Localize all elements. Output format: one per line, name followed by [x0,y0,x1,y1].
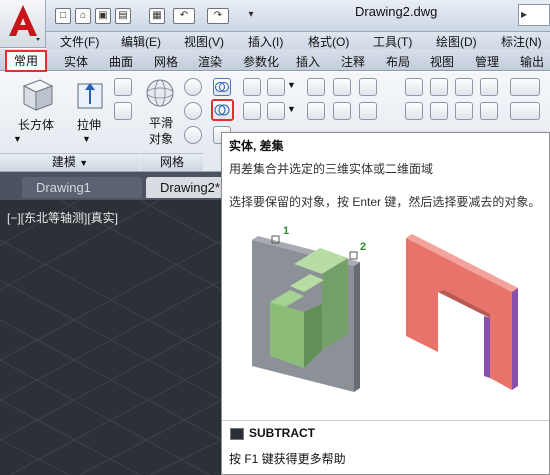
box-solid-icon [22,79,54,111]
subtract-icon[interactable] [211,99,234,121]
solid-edit-dropdown-2-icon[interactable]: ▼ [287,104,296,114]
tab-annotate[interactable]: 注释 [341,53,365,70]
move-icon[interactable] [405,78,423,96]
open-file-icon[interactable]: ⌂ [75,8,91,24]
new-file-icon[interactable]: □ [55,8,71,24]
rotate-3d-icon[interactable] [430,78,448,96]
extrude-dropdown-icon[interactable]: ▼ [82,134,91,144]
redo-icon[interactable]: ↷ [207,8,229,24]
tooltip-help: 按 F1 键获得更多帮助 [229,452,346,466]
polysolid-icon[interactable] [114,102,132,120]
mesh-refine-icon[interactable] [184,102,202,120]
box-label: 长方体 [18,118,55,132]
menu-edit[interactable]: 编辑(E) [121,33,161,50]
ellipse-icon[interactable] [359,102,377,120]
command-line-icon [230,428,244,440]
tab-surface[interactable]: 曲面 [109,53,133,70]
extract-edges-icon[interactable] [243,78,261,96]
save-icon[interactable]: ▣ [95,8,111,24]
menu-format[interactable]: 格式(O) [308,33,349,50]
document-title: Drawing2.dwg [355,4,438,19]
separate-icon[interactable] [267,78,285,96]
marker-2: 2 [360,241,366,253]
mirror-icon[interactable] [405,102,423,120]
tab-render[interactable]: 渲染 [198,53,222,70]
tooltip-title: 实体, 差集 [229,139,284,153]
panel-mesh[interactable]: 网格 [141,153,203,171]
search-input[interactable]: ▸ [518,4,550,26]
polyline-icon[interactable] [359,78,377,96]
tab-mesh[interactable]: 网格 [154,53,178,70]
menu-draw[interactable]: 绘图(D) [436,33,477,50]
gizmo-icon[interactable] [455,78,473,96]
menu-dimension[interactable]: 标注(N) [501,33,542,50]
smooth-label-1: 平滑 [149,116,174,130]
autocad-logo-icon [9,5,40,41]
scale-icon[interactable] [455,102,473,120]
smooth-sphere-icon [146,79,174,107]
tooltip-command: SUBTRACT [249,426,315,440]
box-button[interactable] [18,76,56,112]
extrude-icon [77,83,103,109]
copy-icon[interactable] [480,102,498,120]
subtract-before-illustration: 1 2 [236,222,386,397]
tab-manage[interactable]: 管理 [475,53,499,70]
panel-modeling[interactable]: 建模 ▼ [0,153,140,171]
tab-output[interactable]: 输出 [520,53,544,70]
file-tab-drawing1[interactable]: Drawing1 [22,177,142,198]
tab-view[interactable]: 视图 [430,53,454,70]
circle-icon[interactable] [333,102,351,120]
box-dropdown-icon[interactable]: ▼ [13,134,22,144]
marker-1: 1 [283,225,289,237]
save-as-icon[interactable]: ▤ [115,8,131,24]
panel-modeling-expand-icon: ▼ [79,158,89,168]
slice-icon[interactable] [243,102,261,120]
presspull-icon[interactable] [114,78,132,96]
application-menu-button[interactable] [0,0,46,48]
tab-solid[interactable]: 实体 [64,53,88,70]
array-icon[interactable] [480,78,498,96]
extrude-label: 拉伸 [77,118,102,132]
solid-edit-dropdown-icon[interactable]: ▼ [287,80,296,90]
menu-view[interactable]: 视图(V) [184,33,224,50]
smooth-object-button[interactable] [145,78,175,108]
tooltip-detail: 选择要保留的对象，按 Enter 键，然后选择要减去的对象。 [229,195,541,209]
panel-modeling-title: 建模 [51,155,76,169]
tab-insert[interactable]: 插入 [296,53,320,70]
viewport-label[interactable]: [−][东北等轴测][真实] [7,209,118,226]
file-tab-drawing2[interactable]: Drawing2* [146,177,224,198]
align-icon[interactable] [430,102,448,120]
union-icon[interactable] [213,78,231,96]
spline-icon[interactable] [307,102,325,120]
menu-file[interactable]: 文件(F) [60,33,99,50]
quick-access-dropdown-icon[interactable]: ▾ [243,8,259,24]
dimension-icon[interactable] [510,78,540,96]
grid-lines [0,200,222,475]
drawing-viewport[interactable] [0,200,222,475]
tooltip-description: 用差集合并选定的三维实体或二维面域 [229,162,434,176]
menu-insert[interactable]: 插入(I) [248,33,283,50]
tab-parametric[interactable]: 参数化 [243,53,279,70]
extrude-button[interactable] [74,76,106,112]
print-icon[interactable]: ▦ [149,8,165,24]
mesh-primitive-icon[interactable] [184,78,202,96]
menu-tools[interactable]: 工具(T) [373,33,412,50]
tab-layout[interactable]: 布局 [386,53,410,70]
tab-home[interactable]: 常用 [5,50,47,72]
arrow-right-icon: ▸ [521,7,528,21]
undo-icon[interactable]: ↶ [173,8,195,24]
panel-mesh-title: 网格 [159,155,184,169]
smooth-label-2: 对象 [149,132,174,146]
subtract-result-illustration [402,232,527,392]
tooltip-separator [222,420,549,421]
line-icon[interactable] [307,78,325,96]
erase-icon[interactable] [510,102,540,120]
shell-icon[interactable] [267,102,285,120]
mesh-crease-icon[interactable] [184,126,202,144]
arc-icon[interactable] [333,78,351,96]
